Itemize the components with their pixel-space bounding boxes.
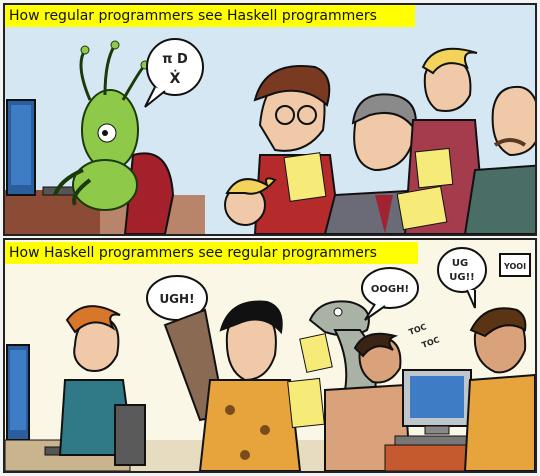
top-caption: How regular programmers see Haskell prog… <box>5 5 415 27</box>
sign-icon: YOOI <box>499 253 531 277</box>
paper <box>396 185 448 231</box>
top-panel: How regular programmers see Haskell prog… <box>3 3 537 236</box>
bottom-panel-art: UGH! OOGH! TOC TOC UG UG!! YOOI <box>5 240 535 471</box>
monitor-icon <box>6 99 36 196</box>
chair <box>114 404 146 466</box>
oogh-text: OOGH! <box>371 284 409 295</box>
bottom-panel: How Haskell programmers see regular prog… <box>3 238 537 473</box>
bubble-line1: π D <box>162 52 188 67</box>
ug-text-2: UG!! <box>449 272 474 283</box>
paper <box>283 152 327 202</box>
bubble-line2: Ẋ <box>170 70 181 87</box>
monitor-icon <box>6 344 30 441</box>
comic-frame: How regular programmers see Haskell prog… <box>0 0 540 476</box>
top-panel-art: π D Ẋ <box>5 5 535 234</box>
ug-text-1: UG <box>452 258 468 269</box>
sign-text: YOOI <box>503 262 526 271</box>
paper <box>414 147 454 189</box>
caveman-right <box>463 307 535 471</box>
paper <box>287 377 325 429</box>
ugh-text: UGH! <box>159 292 194 306</box>
bottom-caption: How Haskell programmers see regular prog… <box>5 242 418 264</box>
